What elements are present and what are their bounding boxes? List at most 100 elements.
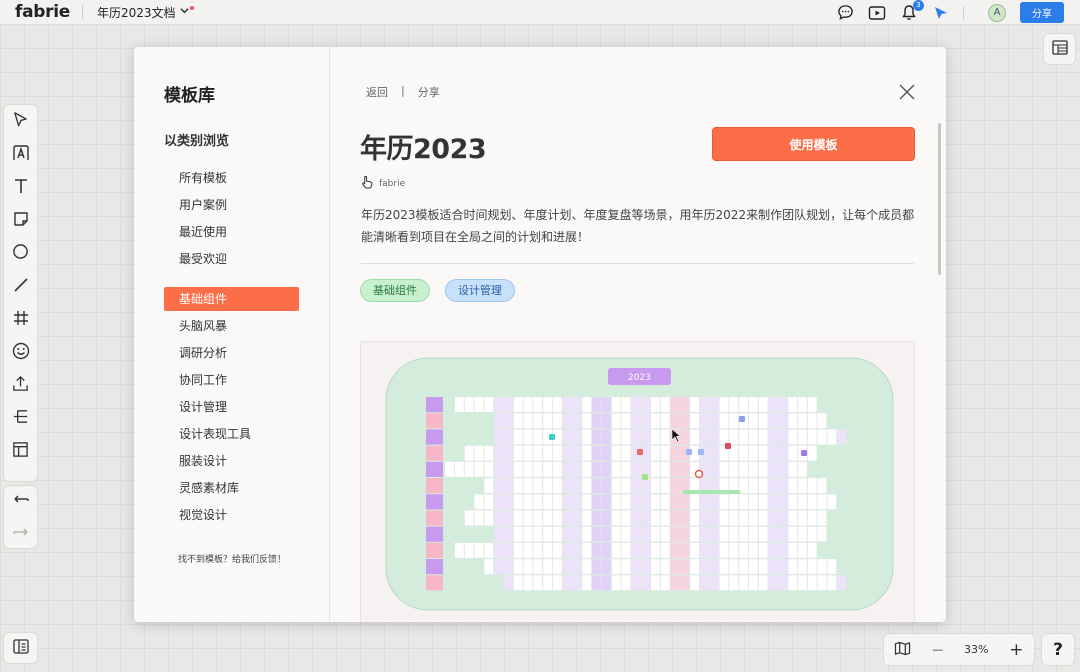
calendar-day-cell <box>778 542 788 559</box>
avatar-divider <box>963 5 964 20</box>
category-research[interactable]: 调研分析 <box>164 340 299 367</box>
category-user-cases[interactable]: 用户案例 <box>164 192 299 219</box>
calendar-day-cell <box>787 477 798 494</box>
close-icon[interactable] <box>898 83 916 101</box>
month-label-cell <box>426 542 443 558</box>
calendar-day-cell <box>493 510 504 526</box>
undo-button[interactable] <box>4 486 37 519</box>
calendar-day-cell <box>650 412 661 429</box>
calendar-day-cell <box>454 396 465 413</box>
calendar-day-cell <box>748 510 759 526</box>
calendar-day-cell <box>464 396 474 413</box>
calendar-day-cell <box>513 510 524 526</box>
text-box-tool[interactable] <box>4 138 37 171</box>
share-link[interactable]: 分享 <box>418 84 440 100</box>
sticker-marker <box>725 443 731 449</box>
sticky-note-tool[interactable] <box>4 204 37 237</box>
category-basic-components[interactable]: 基础组件 <box>164 287 299 311</box>
calendar-day-cell <box>591 412 602 429</box>
bell-icon[interactable]: 3 <box>899 0 924 23</box>
calendar-day-cell <box>719 493 729 510</box>
back-link[interactable]: 返回 <box>366 84 388 100</box>
zoom-out-button[interactable]: — <box>932 643 943 656</box>
calendar-day-cell <box>660 510 671 526</box>
calendar-day-cell <box>797 493 808 510</box>
smiley-icon <box>12 342 30 364</box>
calendar-day-cell <box>670 558 680 575</box>
calendar-day-cell <box>729 574 739 591</box>
calendar-day-cell <box>581 412 592 429</box>
share-button[interactable]: 分享 <box>1020 2 1064 23</box>
zoom-controls: — 33% + <box>883 633 1035 666</box>
calendar-day-cell <box>611 445 622 461</box>
feedback-link[interactable]: 找不到模板？给我们反馈！ <box>178 552 286 565</box>
upload-tool[interactable] <box>4 369 37 402</box>
template-preview[interactable]: 2023 <box>360 341 915 622</box>
category-recent[interactable]: 最近使用 <box>164 219 299 246</box>
calendar-day-cell <box>650 445 661 461</box>
app-logo[interactable]: fabrie <box>15 2 70 22</box>
calendar-day-cell <box>768 493 778 510</box>
calendar-day-cell <box>513 493 524 510</box>
category-popular[interactable]: 最受欢迎 <box>164 246 299 273</box>
minimap-button[interactable] <box>894 641 911 659</box>
comment-icon[interactable] <box>835 3 855 23</box>
calendar-day-cell <box>562 429 573 445</box>
avatar[interactable]: A <box>988 3 1006 22</box>
select-tool[interactable] <box>4 105 37 138</box>
category-collaboration[interactable]: 协同工作 <box>164 367 299 394</box>
calendar-day-cell <box>532 445 543 461</box>
calendar-day-cell <box>729 558 739 575</box>
use-template-button[interactable]: 使用模板 <box>712 127 915 161</box>
calendar-day-cell <box>807 574 818 591</box>
outline-panel-button[interactable] <box>1043 33 1076 65</box>
calendar-day-cell <box>729 429 739 445</box>
zoom-in-button[interactable]: + <box>1009 640 1023 660</box>
emoji-tool[interactable] <box>4 336 37 369</box>
document-title-dropdown[interactable]: 年历2023文档 <box>97 4 194 21</box>
cursor-follow-icon[interactable] <box>931 3 951 23</box>
category-design-management[interactable]: 设计管理 <box>164 394 299 421</box>
tag-basic-components[interactable]: 基础组件 <box>360 279 430 302</box>
calendar-day-cell <box>601 542 612 559</box>
template-tool[interactable] <box>4 435 37 468</box>
calendar-day-cell <box>611 542 622 559</box>
scrollbar[interactable] <box>938 123 941 275</box>
calendar-day-cell <box>670 396 680 413</box>
calendar-day-cell <box>758 412 769 429</box>
category-visual-design[interactable]: 视觉设计 <box>164 502 299 529</box>
calendar-day-cell <box>729 526 739 543</box>
calendar-day-cell <box>562 526 573 543</box>
calendar-day-cell <box>670 542 680 559</box>
present-icon[interactable] <box>867 3 887 23</box>
calendar-preview-image: 2023 <box>385 357 894 611</box>
calendar-day-cell <box>483 477 494 494</box>
calendar-day-cell <box>807 558 818 575</box>
calendar-day-cell <box>454 542 465 559</box>
shape-tool[interactable] <box>4 237 37 270</box>
template-author: fabrie <box>361 175 405 192</box>
redo-button[interactable] <box>4 519 37 552</box>
zoom-level[interactable]: 33% <box>964 643 988 656</box>
category-fashion[interactable]: 服装设计 <box>164 448 299 475</box>
calendar-day-cell <box>778 558 788 575</box>
sticker-marker <box>739 416 745 422</box>
text-tool[interactable] <box>4 171 37 204</box>
category-all[interactable]: 所有模板 <box>164 165 299 192</box>
calendar-day-cell <box>631 542 641 559</box>
tag-design-management[interactable]: 设计管理 <box>445 279 515 302</box>
calendar-day-cell <box>552 542 563 559</box>
calendar-day-cell <box>689 574 700 591</box>
calendar-day-cell <box>778 526 788 543</box>
help-button[interactable]: ? <box>1041 633 1075 666</box>
calendar-day-cell <box>709 526 720 543</box>
category-brainstorm[interactable]: 头脑风暴 <box>164 313 299 340</box>
month-label-cell <box>426 413 443 429</box>
line-tool[interactable] <box>4 270 37 303</box>
panel-toggle-button[interactable] <box>3 632 38 664</box>
frame-tool[interactable] <box>4 303 37 336</box>
category-design-tools[interactable]: 设计表现工具 <box>164 421 299 448</box>
mindmap-tool[interactable] <box>4 402 37 435</box>
category-inspiration[interactable]: 灵感素材库 <box>164 475 299 502</box>
calendar-day-cell <box>650 396 661 413</box>
